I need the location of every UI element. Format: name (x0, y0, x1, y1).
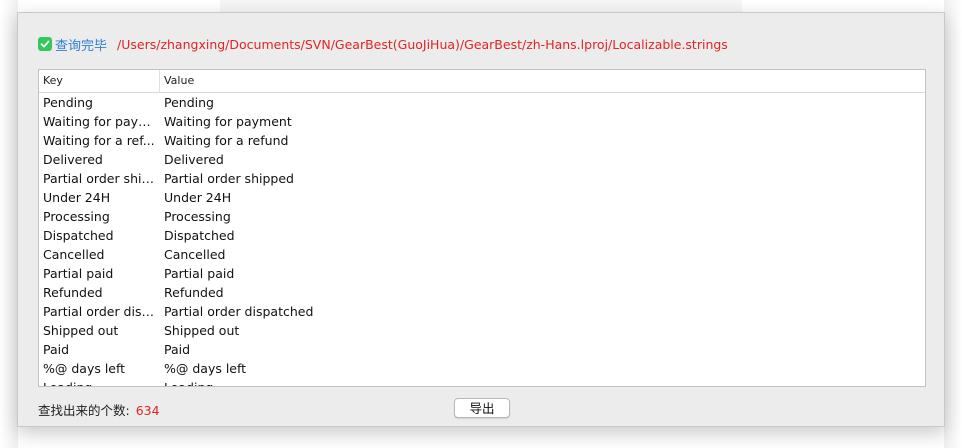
value-cell: Under 24H (164, 190, 232, 205)
key-cell: Under 24H (43, 190, 111, 205)
file-path-label: /Users/zhangxing/Documents/SVN/GearBest(… (117, 36, 728, 52)
table-row[interactable]: Cancelled Cancelled (39, 245, 925, 264)
background-edge-right (944, 0, 962, 448)
table-row[interactable]: Processing Processing (39, 207, 925, 226)
status-line: 查询完毕 /Users/zhangxing/Documents/SVN/Gear… (38, 35, 728, 54)
value-cell: Shipped out (164, 323, 240, 338)
key-cell: Dispatched (43, 228, 114, 243)
table-row[interactable]: Loading Loading (39, 378, 925, 386)
value-cell: %@ days left (164, 361, 247, 376)
table-row[interactable]: Dispatched Dispatched (39, 226, 925, 245)
table-row[interactable]: Waiting for paym... Waiting for payment (39, 112, 925, 131)
export-button[interactable]: 导出 (454, 398, 510, 418)
key-cell: Waiting for paym... (43, 114, 160, 129)
value-cell: Partial order shipped (164, 171, 294, 186)
value-cell: Loading (160, 378, 925, 386)
table-row[interactable]: Pending Pending (39, 93, 925, 112)
key-cell: Paid (43, 342, 70, 357)
table-row[interactable]: %@ days left %@ days left (39, 359, 925, 378)
value-cell: Paid (164, 342, 191, 357)
value-cell: Dispatched (164, 228, 235, 243)
key-cell: Partial order ship... (43, 171, 160, 186)
key-cell: Shipped out (43, 323, 119, 338)
result-count-value: 634 (135, 403, 160, 418)
table-header: Key Value (39, 70, 925, 93)
key-cell: %@ days left (43, 361, 126, 376)
status-done-label: 查询完毕 (55, 38, 108, 54)
result-count-label: 查找出来的个数: (38, 403, 130, 418)
value-cell: Processing (164, 209, 231, 224)
main-window: 查询完毕 /Users/zhangxing/Documents/SVN/Gear… (17, 12, 945, 427)
value-cell: Refunded (164, 285, 224, 300)
check-mark-icon (38, 37, 52, 51)
results-table[interactable]: Key Value Pending Pending Waiting for pa… (38, 69, 926, 387)
value-cell: Delivered (164, 152, 224, 167)
key-cell: Processing (43, 209, 110, 224)
value-cell: Waiting for a refund (164, 133, 289, 148)
table-row[interactable]: Partial order disp... Partial order disp… (39, 302, 925, 321)
key-cell: Pending (43, 95, 93, 110)
key-cell: Waiting for a ref... (43, 133, 155, 148)
value-cell: Pending (164, 95, 214, 110)
key-cell: Cancelled (43, 247, 105, 262)
table-row[interactable]: Shipped out Shipped out (39, 321, 925, 340)
background-edge-left (0, 0, 18, 448)
table-row[interactable]: Paid Paid (39, 340, 925, 359)
table-row[interactable]: Refunded Refunded (39, 283, 925, 302)
key-cell: Refunded (43, 285, 103, 300)
value-cell: Cancelled (164, 247, 226, 262)
table-body: Pending Pending Waiting for paym... Wait… (39, 93, 925, 386)
key-cell: Partial paid (43, 266, 114, 281)
value-cell: Waiting for payment (164, 114, 292, 129)
value-cell: Partial paid (164, 266, 235, 281)
column-header-value[interactable]: Value (160, 70, 925, 92)
key-cell: Loading (39, 378, 160, 386)
table-row[interactable]: Partial order ship... Partial order ship… (39, 169, 925, 188)
key-cell: Delivered (43, 152, 103, 167)
table-row[interactable]: Delivered Delivered (39, 150, 925, 169)
result-count: 查找出来的个数: 634 (38, 400, 160, 419)
table-row[interactable]: Partial paid Partial paid (39, 264, 925, 283)
key-cell: Partial order disp... (43, 304, 160, 319)
table-row[interactable]: Under 24H Under 24H (39, 188, 925, 207)
column-header-key[interactable]: Key (39, 70, 160, 92)
table-row[interactable]: Waiting for a ref... Waiting for a refun… (39, 131, 925, 150)
value-cell: Partial order dispatched (164, 304, 314, 319)
